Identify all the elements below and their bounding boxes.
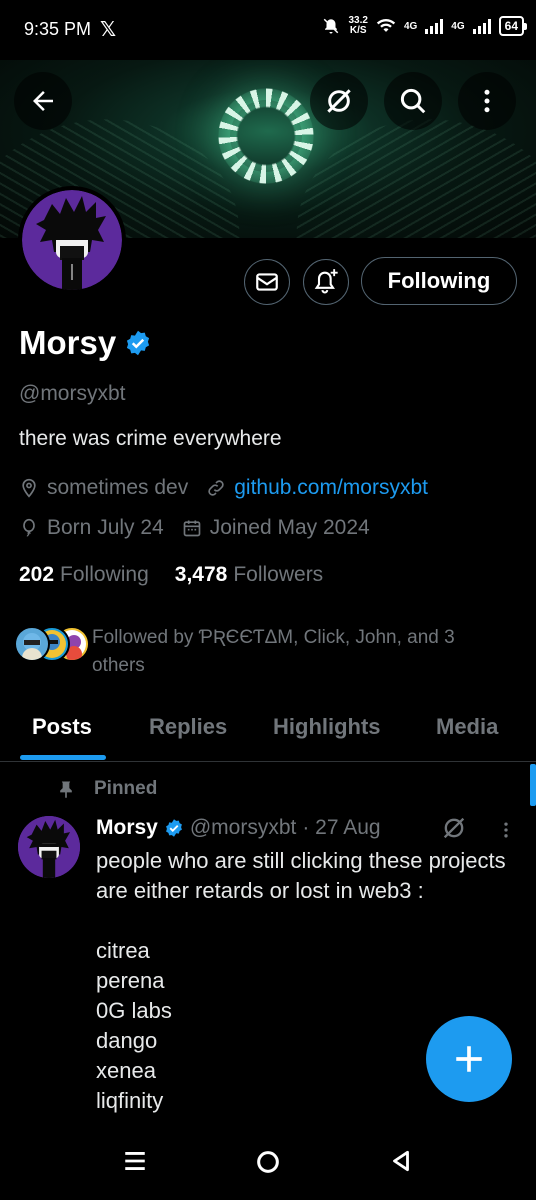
profile-name-row: Morsy [19, 324, 152, 362]
joined-item: Joined May 2024 [182, 516, 370, 540]
post-date[interactable]: · 27 Aug [302, 816, 380, 840]
birthday-item: Born July 24 [19, 516, 164, 540]
network-type-1: 4G [403, 20, 418, 32]
balloon-icon [23, 518, 35, 537]
profile-meta-row-1: sometimes dev github.com/morsyxbt [19, 476, 446, 500]
plus-icon [456, 1046, 482, 1072]
profile-name: Morsy [19, 324, 117, 361]
status-time: 9:35 PM [24, 19, 92, 39]
followers-label: Followers [233, 563, 324, 586]
website-link[interactable]: github.com/morsyxbt [234, 476, 428, 500]
grok-icon [443, 817, 465, 839]
message-button[interactable] [244, 259, 290, 305]
menu-icon[interactable] [122, 1148, 148, 1174]
location-pin-icon [22, 478, 36, 498]
mute-bell-icon [324, 18, 339, 34]
scrollbar[interactable] [530, 764, 536, 806]
signal-icon [425, 18, 444, 34]
link-icon [208, 480, 224, 496]
tab-replies[interactable]: Replies [149, 714, 227, 740]
profile-avatar[interactable] [18, 186, 126, 294]
profile-meta-row-2: Born July 24 Joined May 2024 [19, 516, 388, 540]
follow-stats: 202 Following 3,478 Followers [19, 563, 323, 587]
location-text: sometimes dev [47, 476, 189, 499]
pinned-label: Pinned [94, 778, 158, 799]
post-header: Morsy @morsyxbt · 27 Aug [96, 816, 381, 840]
following-stat[interactable]: 202 Following [19, 563, 149, 587]
pin-icon [60, 781, 72, 799]
profile-handle: @morsyxbt [19, 382, 126, 405]
post-author-name[interactable]: Morsy [96, 816, 158, 840]
more-vertical-icon [504, 822, 508, 838]
network-type-2: 4G [451, 20, 465, 32]
calendar-icon [183, 520, 201, 537]
envelope-icon [256, 273, 278, 291]
bell-plus-icon [314, 269, 338, 294]
back-button[interactable] [14, 72, 72, 130]
more-vertical-icon [484, 89, 490, 113]
post-author-handle[interactable]: @morsyxbt [190, 816, 297, 840]
avatar-image [22, 190, 122, 290]
profile-tabs: Posts Replies Highlights Media [0, 700, 536, 762]
grok-button[interactable] [310, 72, 368, 130]
post-grok-button[interactable] [440, 814, 468, 847]
followers-stat[interactable]: 3,478 Followers [175, 563, 323, 587]
search-button[interactable] [384, 72, 442, 130]
active-tab-indicator [20, 755, 106, 760]
post-more-button[interactable] [496, 818, 516, 847]
birthday-text: Born July 24 [47, 516, 164, 539]
status-icons: 33.2 K/S 4G 4G 64 [322, 16, 528, 36]
more-button[interactable] [458, 72, 516, 130]
followed-by-avatars[interactable] [14, 626, 90, 662]
following-label: Following [60, 563, 149, 586]
verified-badge-icon[interactable] [124, 329, 152, 357]
follower-avatar [14, 626, 50, 662]
wifi-icon [376, 19, 396, 32]
system-navigation-bar [0, 1126, 536, 1200]
tab-highlights[interactable]: Highlights [273, 714, 381, 740]
profile-bio: there was crime everywhere [19, 427, 282, 450]
x-logo-icon: 𝕏 [100, 19, 117, 41]
signal-icon [472, 18, 491, 34]
tab-posts[interactable]: Posts [32, 714, 92, 740]
triangle-back-icon[interactable] [388, 1148, 414, 1174]
following-count: 202 [19, 563, 55, 586]
joined-text: Joined May 2024 [209, 516, 370, 539]
avatar-character [18, 816, 80, 878]
arrow-left-icon [33, 91, 53, 111]
followed-by-text[interactable]: Followed by ƤƦЄЄƬΔM, Click, John, and 3 … [92, 624, 512, 680]
compose-post-button[interactable] [426, 1016, 512, 1102]
network-speed: 33.2 K/S [348, 16, 367, 36]
followers-count: 3,478 [174, 563, 228, 586]
grok-icon [327, 89, 351, 113]
location-item: sometimes dev [19, 476, 188, 500]
tab-media[interactable]: Media [436, 714, 498, 740]
search-icon [400, 88, 426, 114]
circle-home-icon[interactable] [254, 1148, 282, 1176]
speed-unit: K/S [349, 25, 367, 36]
banner-spiral [218, 88, 314, 184]
following-button[interactable]: Following [361, 257, 517, 305]
status-bar: 9:35 PM 𝕏 33.2 K/S 4G 4G 64 [0, 0, 536, 60]
post-author-avatar[interactable] [18, 816, 80, 878]
battery-icon: 64 [498, 16, 528, 36]
pinned-label-row: Pinned [56, 778, 157, 800]
avatar-character [36, 196, 106, 290]
verified-badge-icon [165, 819, 182, 837]
website-item[interactable]: github.com/morsyxbt [206, 476, 428, 500]
notifications-button[interactable] [303, 259, 349, 305]
